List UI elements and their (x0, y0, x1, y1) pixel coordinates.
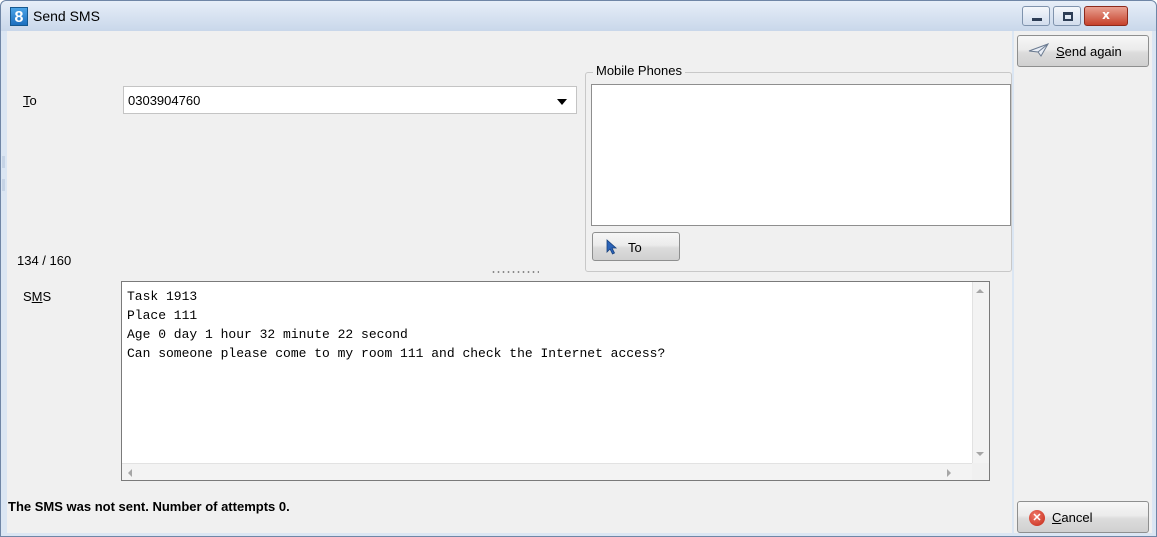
chevron-down-icon[interactable] (557, 99, 567, 105)
minimize-icon (1032, 18, 1042, 21)
to-combobox-value: 0303904760 (128, 93, 201, 108)
maximize-icon (1063, 12, 1073, 21)
cancel-label: Cancel (1052, 510, 1093, 525)
to-label: To (23, 93, 37, 108)
close-button[interactable]: x (1084, 6, 1128, 26)
to-button-label: To (628, 240, 642, 255)
app-icon: 8 (10, 7, 28, 26)
window-title: Send SMS (33, 8, 100, 24)
action-panel: Send again ✕ Cancel (1014, 31, 1152, 533)
horizontal-scrollbar[interactable] (122, 463, 973, 480)
splitter-handle[interactable] (491, 270, 539, 274)
cancel-icon: ✕ (1029, 510, 1045, 526)
sms-label: SMS (23, 289, 52, 304)
sms-line: Age 0 day 1 hour 32 minute 22 second (127, 327, 408, 342)
maximize-button[interactable] (1053, 6, 1081, 26)
status-message: The SMS was not sent. Number of attempts… (8, 499, 290, 514)
to-combobox[interactable]: 0303904760 (123, 86, 577, 114)
send-sms-window: 8 Send SMS x To 0303904760 Mobile Phones… (0, 0, 1157, 537)
send-again-label: Send again (1056, 44, 1122, 59)
scrollbar-corner (972, 463, 989, 480)
sms-line: Place 111 (127, 308, 198, 323)
title-bar[interactable]: 8 Send SMS x (1, 1, 1156, 31)
scroll-left-icon[interactable] (128, 469, 132, 477)
close-icon: x (1102, 8, 1110, 22)
edge-marker (2, 156, 5, 168)
scroll-down-icon[interactable] (976, 452, 984, 456)
main-content: To 0303904760 Mobile Phones To 134 / 160… (7, 31, 1012, 533)
mobile-phones-label: Mobile Phones (593, 63, 685, 78)
scroll-up-icon[interactable] (976, 289, 984, 293)
cancel-button[interactable]: ✕ Cancel (1017, 501, 1149, 533)
mobile-phones-list[interactable] (591, 84, 1011, 226)
sms-line: Can someone please come to my room 111 a… (127, 346, 666, 361)
edge-marker (2, 179, 5, 191)
to-button[interactable]: To (592, 232, 680, 261)
scroll-right-icon[interactable] (947, 469, 951, 477)
minimize-button[interactable] (1022, 6, 1050, 26)
send-again-button[interactable]: Send again (1017, 35, 1149, 67)
sms-textarea[interactable]: Task 1913 Place 111 Age 0 day 1 hour 32 mi… (121, 281, 990, 481)
cursor-arrow-icon (606, 239, 618, 255)
sms-text: Task 1913 Place 111 Age 0 day 1 hour 32 mi… (127, 287, 665, 363)
sms-line: Task 1913 (127, 289, 198, 304)
character-counter: 134 / 160 (17, 253, 72, 268)
vertical-scrollbar[interactable] (972, 282, 989, 463)
send-icon (1028, 43, 1050, 57)
